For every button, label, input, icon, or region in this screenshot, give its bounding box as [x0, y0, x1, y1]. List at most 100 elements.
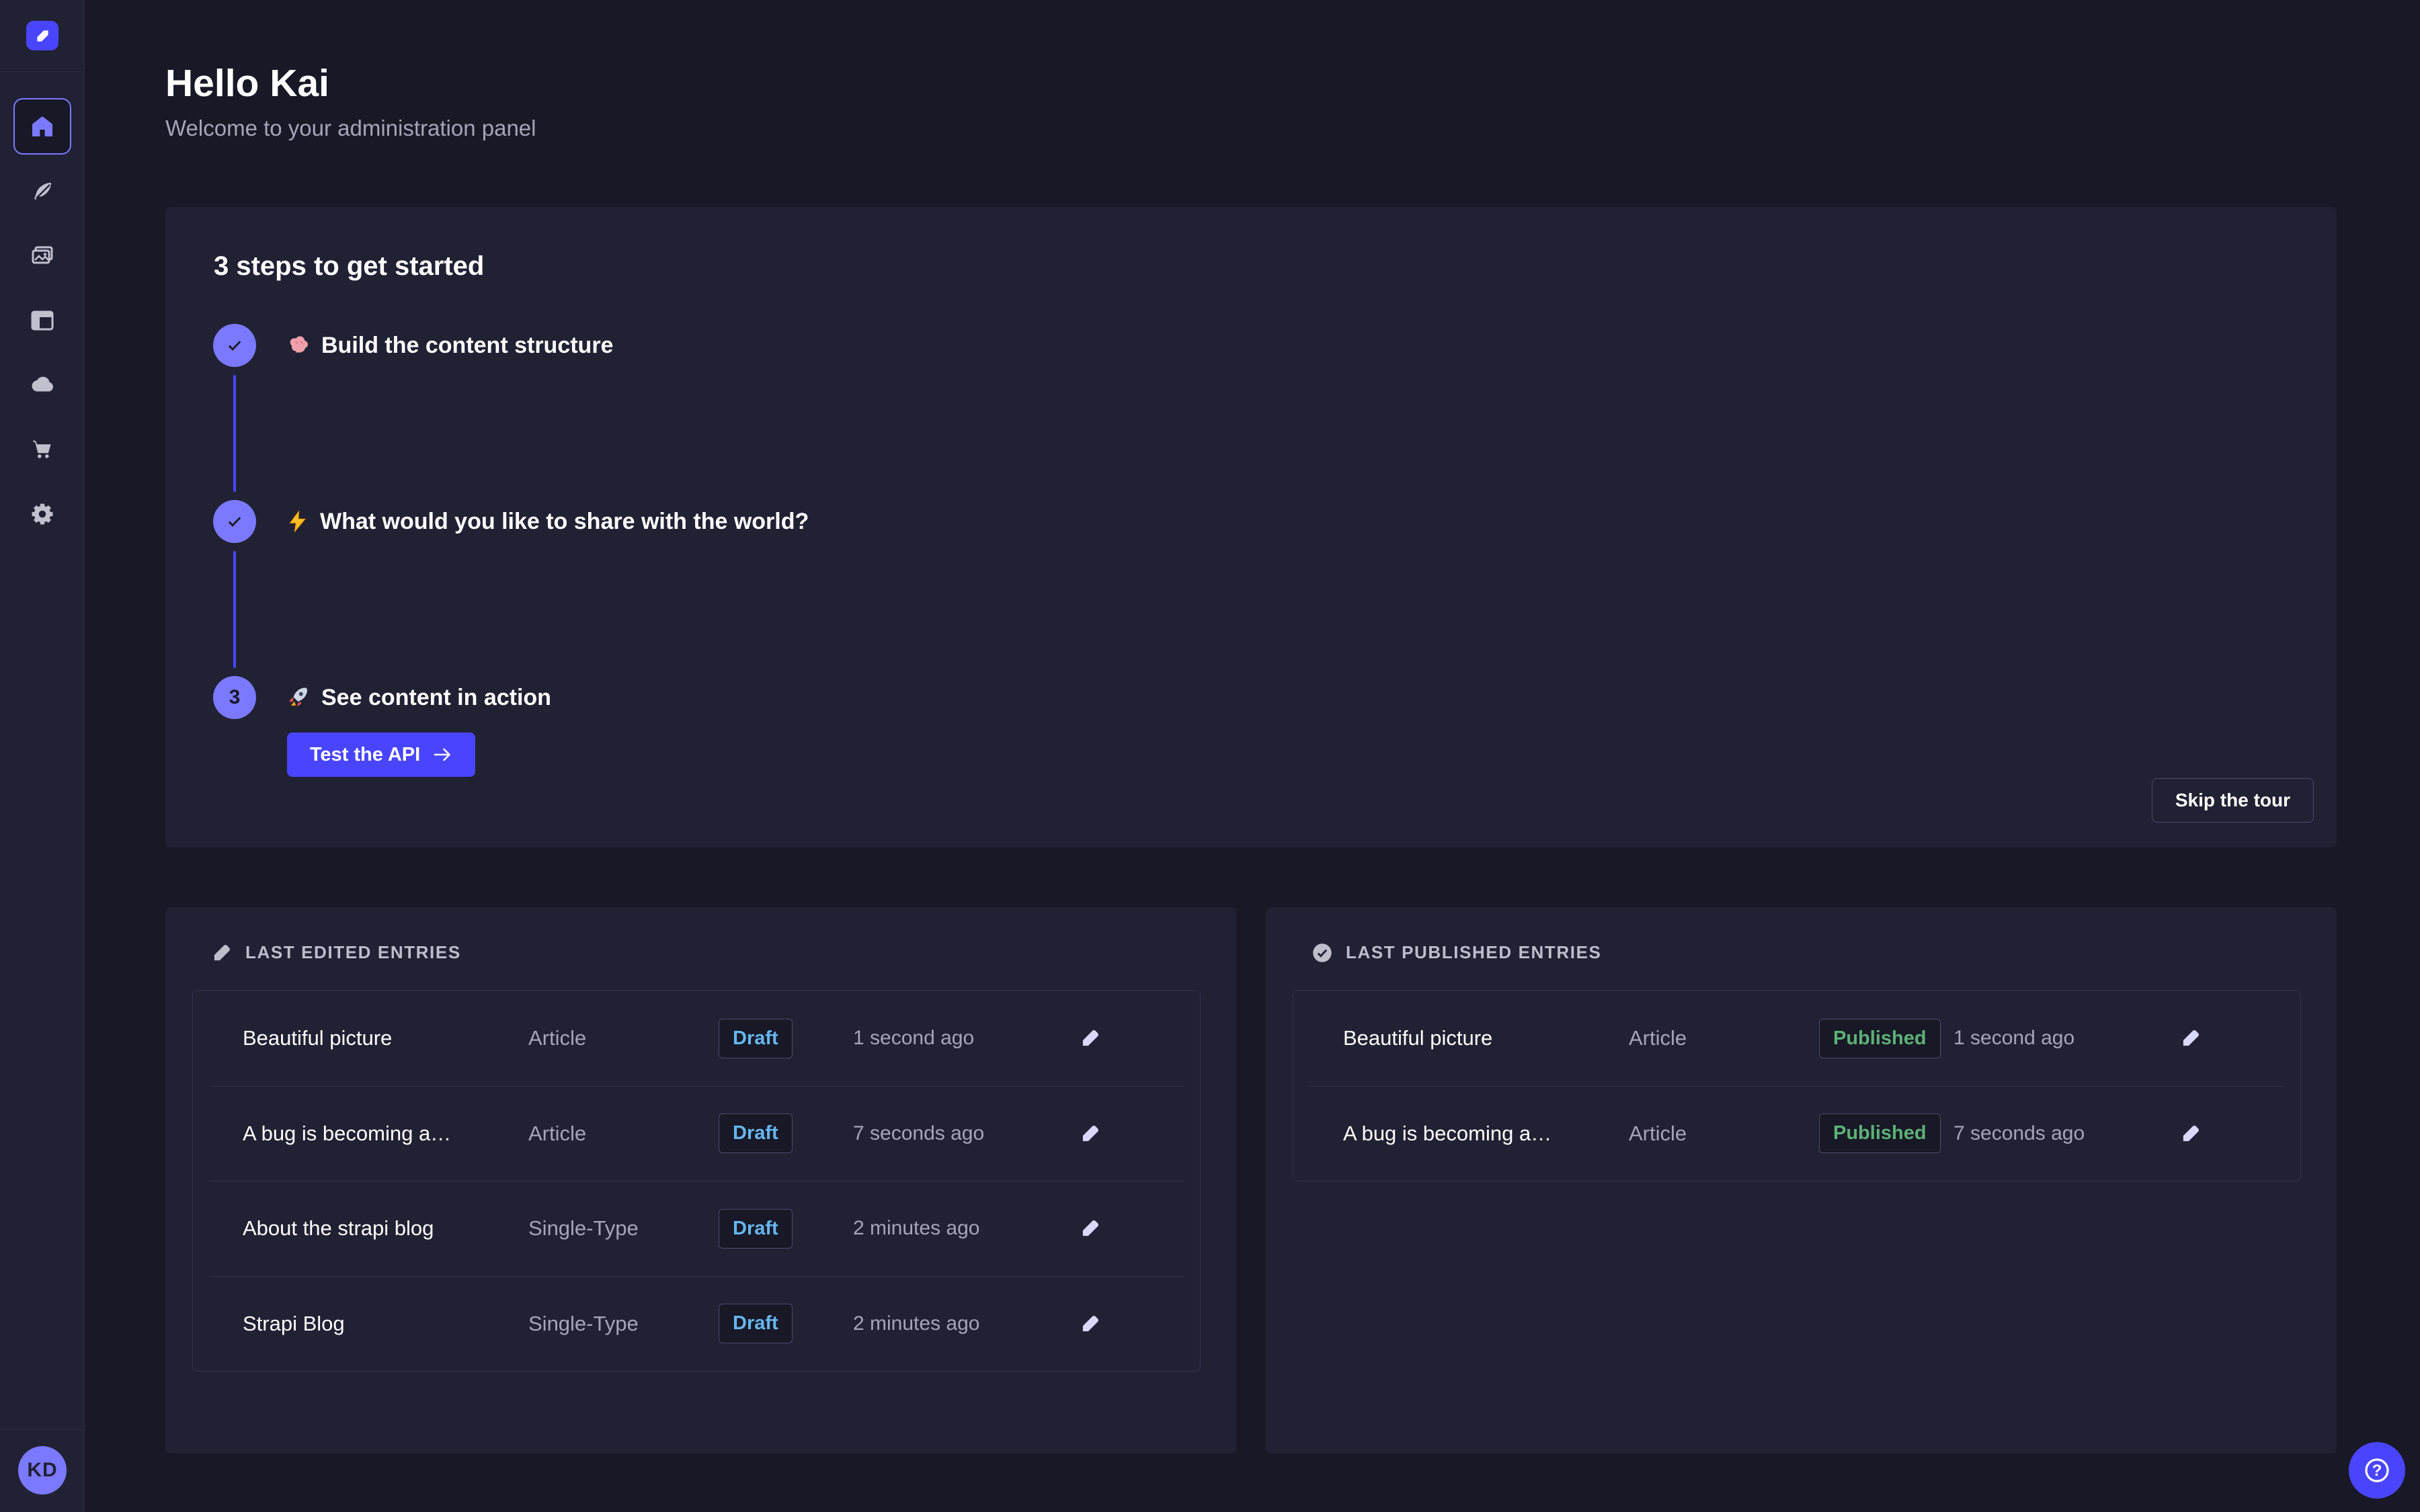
- rocket-emoji-icon: [286, 685, 311, 710]
- entry-title: Beautiful picture: [243, 1026, 528, 1050]
- edit-entry-button[interactable]: [1080, 1028, 1100, 1048]
- step-2-title[interactable]: What would you like to share with the wo…: [286, 500, 809, 543]
- page-subtitle: Welcome to your administration panel: [165, 116, 2337, 141]
- strapi-logo-icon: [26, 21, 58, 50]
- cart-icon: [28, 435, 56, 464]
- user-avatar[interactable]: KD: [18, 1446, 67, 1495]
- step-3-label: See content in action: [321, 685, 551, 711]
- edit-entry-button[interactable]: [2181, 1124, 2201, 1144]
- entry-type: Article: [528, 1026, 719, 1050]
- check-circle-icon: [1312, 943, 1332, 963]
- entry-updated-time: 1 second ago: [1953, 1027, 2181, 1050]
- entry-type: Article: [1629, 1122, 1819, 1146]
- sidebar-item-cloud[interactable]: [26, 369, 58, 401]
- entry-row: A bug is becoming a… Article Draft 7 sec…: [193, 1087, 1200, 1181]
- entry-title: A bug is becoming a…: [243, 1122, 528, 1146]
- last-edited-header: LAST EDITED ENTRIES: [212, 942, 461, 963]
- pencil-icon: [212, 943, 232, 963]
- sidebar-item-media-library[interactable]: [26, 240, 58, 272]
- entry-status-cell: Published: [1819, 1019, 1953, 1058]
- sidebar-item-content-type-builder[interactable]: [26, 304, 58, 337]
- step-2-check-circle: [213, 500, 256, 543]
- test-api-button[interactable]: Test the API: [287, 732, 475, 777]
- edit-entry-button[interactable]: [1080, 1218, 1100, 1238]
- entry-actions-cell: [1080, 1218, 1173, 1238]
- step-connector: [233, 551, 236, 668]
- entry-title: Strapi Blog: [243, 1312, 528, 1336]
- step-2-label: What would you like to share with the wo…: [320, 509, 809, 535]
- step-1-title[interactable]: Build the content structure: [286, 324, 613, 367]
- entry-row: Beautiful picture Article Draft 1 second…: [193, 991, 1200, 1086]
- edit-entry-button[interactable]: [1080, 1314, 1100, 1334]
- entry-status-cell: Draft: [719, 1114, 853, 1153]
- arrow-right-icon: [432, 745, 452, 765]
- layout-icon: [29, 307, 56, 334]
- entry-actions-cell: [2181, 1124, 2273, 1144]
- check-icon: [225, 512, 244, 531]
- pictures-icon: [29, 243, 56, 269]
- help-button[interactable]: ?: [2349, 1442, 2405, 1499]
- last-published-list: Beautiful picture Article Published 1 se…: [1293, 991, 2301, 1181]
- entry-updated-time: 7 seconds ago: [1953, 1122, 2181, 1145]
- last-published-title: LAST PUBLISHED ENTRIES: [1346, 942, 1601, 963]
- sidebar-item-marketplace[interactable]: [26, 433, 58, 466]
- entry-row: Strapi Blog Single-Type Draft 2 minutes …: [193, 1277, 1200, 1372]
- pencil-icon: [1080, 1124, 1100, 1144]
- last-edited-list: Beautiful picture Article Draft 1 second…: [192, 991, 1201, 1372]
- test-api-label: Test the API: [310, 744, 420, 766]
- sidebar-item-settings[interactable]: [26, 498, 58, 530]
- entry-status-cell: Draft: [719, 1304, 853, 1343]
- workspace-logo: [0, 0, 84, 72]
- entry-type: Article: [528, 1122, 719, 1146]
- sidebar-item-home[interactable]: [13, 98, 71, 155]
- entry-updated-time: 2 minutes ago: [853, 1217, 1080, 1240]
- onboarding-title: 3 steps to get started: [214, 251, 484, 282]
- entry-updated-time: 1 second ago: [853, 1027, 1080, 1050]
- entry-status-badge: Draft: [719, 1209, 793, 1249]
- sidebar-item-content-manager[interactable]: [26, 175, 58, 208]
- onboarding-card: 3 steps to get started 3 Build the conte…: [165, 207, 2337, 847]
- sidebar-nav: [0, 175, 85, 530]
- entry-updated-time: 7 seconds ago: [853, 1122, 1080, 1145]
- entry-actions-cell: [1080, 1028, 1173, 1048]
- pencil-icon: [1080, 1218, 1100, 1238]
- svg-text:?: ?: [2372, 1462, 2382, 1480]
- entry-actions-cell: [1080, 1314, 1173, 1334]
- entry-row: Beautiful picture Article Published 1 se…: [1293, 991, 2300, 1086]
- entry-status-badge: Published: [1819, 1019, 1941, 1058]
- entry-title: Beautiful picture: [1343, 1026, 1629, 1050]
- entry-row: A bug is becoming a… Article Published 7…: [1293, 1087, 2300, 1181]
- sidebar-divider: [0, 1429, 84, 1430]
- home-icon: [29, 113, 56, 140]
- pencil-icon: [2181, 1124, 2201, 1144]
- entry-actions-cell: [1080, 1124, 1173, 1144]
- page-title: Hello Kai: [165, 62, 2337, 105]
- skip-tour-button[interactable]: Skip the tour: [2152, 778, 2314, 823]
- edit-entry-button[interactable]: [1080, 1124, 1100, 1144]
- step-3-number: 3: [229, 686, 241, 709]
- main-content: Hello Kai Welcome to your administration…: [85, 0, 2420, 1512]
- entry-title: A bug is becoming a…: [1343, 1122, 1629, 1146]
- entry-status-badge: Published: [1819, 1114, 1941, 1153]
- feather-icon: [29, 178, 56, 205]
- entry-status-badge: Draft: [719, 1304, 793, 1343]
- pencil-icon: [2181, 1028, 2201, 1048]
- entry-actions-cell: [2181, 1028, 2273, 1048]
- check-icon: [225, 336, 244, 355]
- gear-icon: [28, 500, 56, 528]
- step-3-number-circle: 3: [213, 676, 256, 719]
- step-connector: [233, 375, 236, 492]
- entry-title: About the strapi blog: [243, 1216, 528, 1241]
- edit-entry-button[interactable]: [2181, 1028, 2201, 1048]
- entry-type: Single-Type: [528, 1312, 719, 1336]
- step-3-title[interactable]: See content in action: [286, 676, 551, 719]
- entry-status-cell: Draft: [719, 1019, 853, 1058]
- entry-status-badge: Draft: [719, 1114, 793, 1153]
- lightning-emoji-icon: [286, 510, 309, 533]
- last-published-header: LAST PUBLISHED ENTRIES: [1312, 942, 1601, 963]
- entries-section: LAST EDITED ENTRIES Beautiful picture Ar…: [165, 907, 2337, 1454]
- entry-row: About the strapi blog Single-Type Draft …: [193, 1181, 1200, 1276]
- last-published-card: LAST PUBLISHED ENTRIES Beautiful picture…: [1266, 907, 2337, 1454]
- brain-emoji-icon: [286, 333, 311, 358]
- entry-status-badge: Draft: [719, 1019, 793, 1058]
